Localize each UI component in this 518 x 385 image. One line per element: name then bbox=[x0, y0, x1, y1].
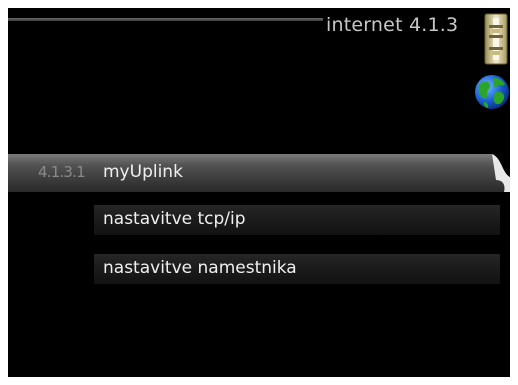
menu-item-label: nastavitve namestnika bbox=[103, 258, 297, 278]
menu-item-myuplink[interactable]: 4.1.3.1 myUplink bbox=[8, 154, 510, 192]
thermostat-icon bbox=[484, 13, 508, 65]
globe-icon bbox=[474, 72, 510, 112]
menu-item-label: nastavitve tcp/ip bbox=[103, 209, 246, 229]
display-screen: internet 4.1.3 4.1.3.1 myUplink nastavit… bbox=[8, 8, 510, 377]
screen-title: internet 4.1.3 bbox=[326, 14, 459, 36]
menu-item-number: 4.1.3.1 bbox=[38, 163, 86, 181]
menu-item-tcp-ip-settings[interactable]: nastavitve tcp/ip bbox=[8, 201, 510, 239]
page-curl-icon bbox=[480, 154, 510, 192]
header-line bbox=[8, 18, 323, 21]
menu-item-proxy-settings[interactable]: nastavitve namestnika bbox=[8, 250, 510, 288]
menu-item-label: myUplink bbox=[103, 162, 183, 182]
